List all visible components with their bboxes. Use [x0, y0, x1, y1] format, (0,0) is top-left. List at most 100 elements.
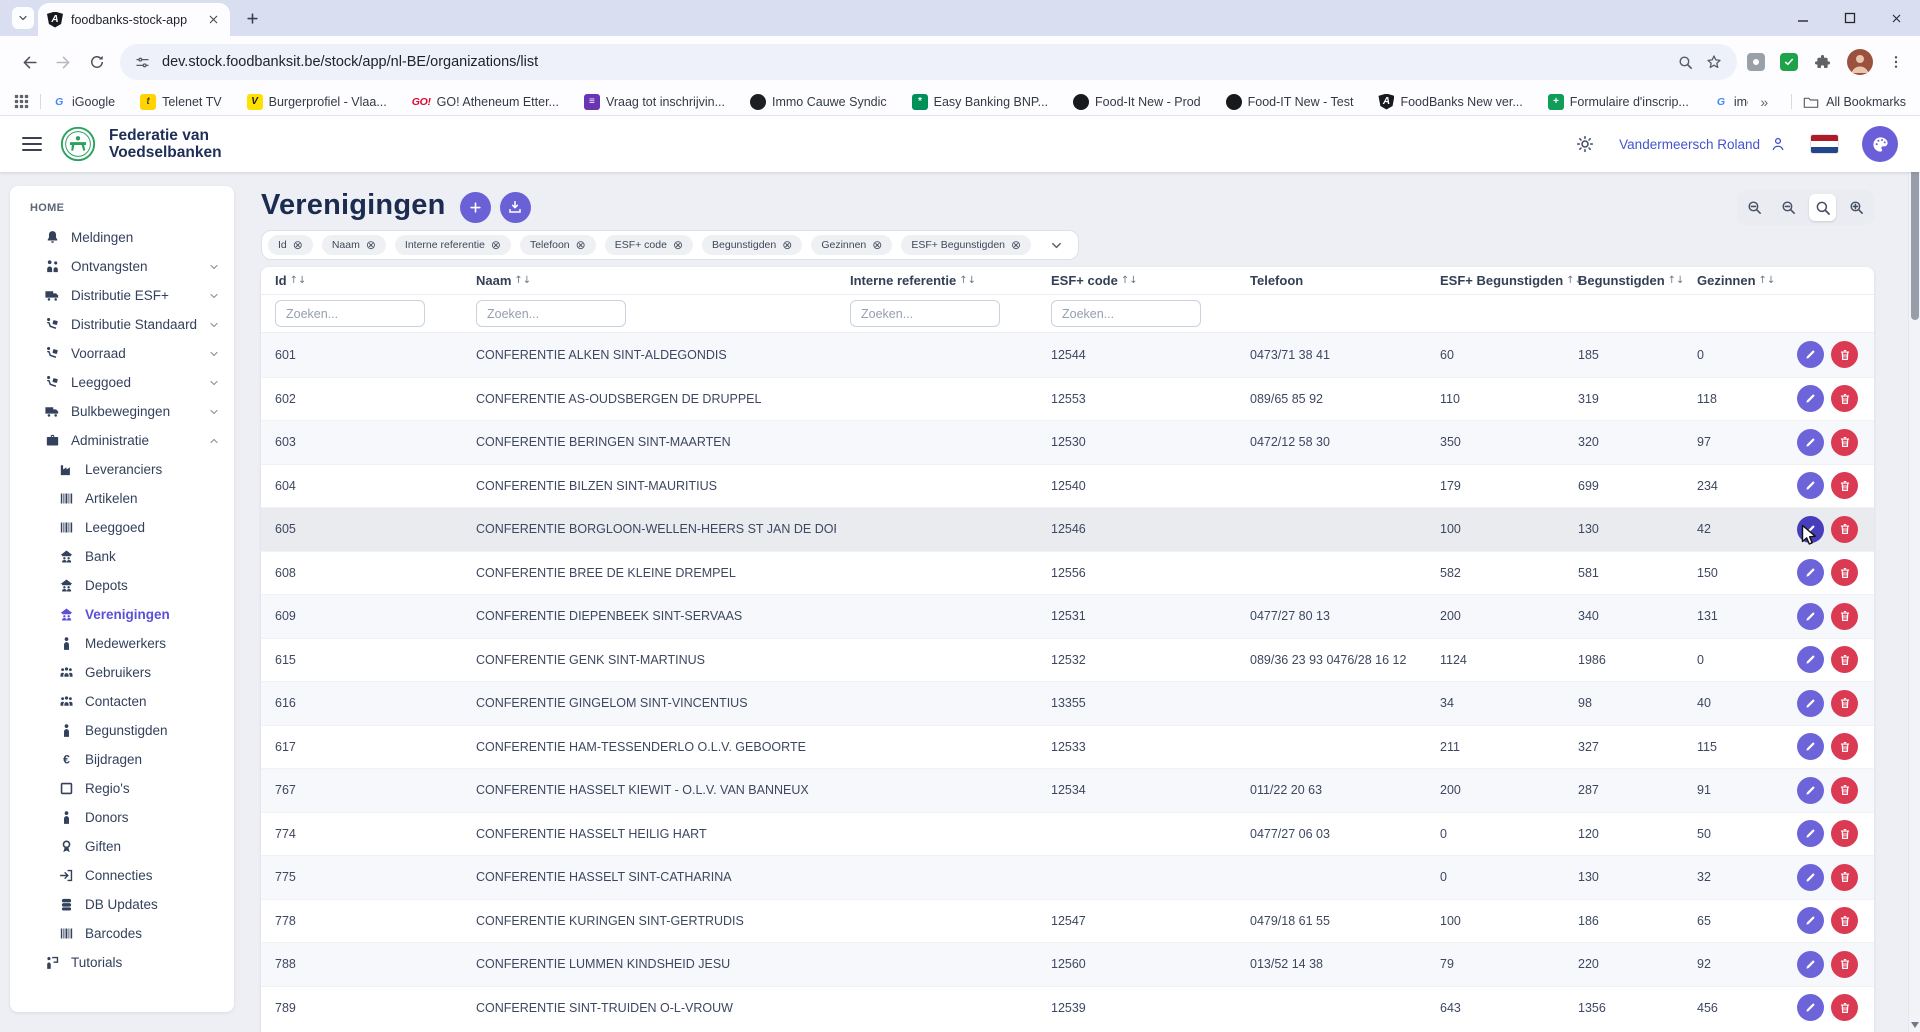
table-row[interactable]: 789 CONFERENTIE SINT-TRUIDEN O-L-VROUW 1…: [261, 986, 1874, 1030]
filter-chip[interactable]: Interne referentie ⊗: [395, 235, 511, 255]
remove-filter-icon[interactable]: ⊗: [491, 239, 501, 251]
bookmark-item[interactable]: A FoodBanks New ver...: [1378, 94, 1522, 110]
edit-button[interactable]: [1797, 777, 1824, 804]
sidebar-item[interactable]: DB Updates: [10, 890, 234, 919]
column-header[interactable]: Gezinnen ↑↓: [1683, 267, 1776, 294]
sidebar-item[interactable]: Gebruikers: [10, 658, 234, 687]
browser-tab[interactable]: A foodbanks-stock-app: [38, 3, 230, 36]
edit-button[interactable]: [1797, 733, 1824, 760]
bookmark-item[interactable]: Immo Cauwe Syndic: [750, 94, 887, 110]
delete-button[interactable]: [1831, 690, 1858, 717]
all-bookmarks-button[interactable]: All Bookmarks: [1803, 95, 1906, 109]
column-header[interactable]: Interne referentie ↑↓: [836, 267, 1037, 294]
zoom-out-button[interactable]: [1741, 194, 1768, 221]
menu-toggle-icon[interactable]: [22, 136, 42, 152]
delete-button[interactable]: [1831, 820, 1858, 847]
delete-button[interactable]: [1831, 907, 1858, 934]
theme-toggle-icon[interactable]: [1575, 134, 1595, 154]
sidebar-item[interactable]: Medewerkers: [10, 629, 234, 658]
apps-grid-icon[interactable]: [14, 94, 29, 109]
bookmark-item[interactable]: V Burgerprofiel - Vlaa...: [247, 94, 387, 110]
sidebar-item[interactable]: Leeggoed: [10, 368, 234, 397]
delete-button[interactable]: [1831, 341, 1858, 368]
sidebar-item[interactable]: Bank: [10, 542, 234, 571]
sidebar-item[interactable]: Tutorials: [10, 948, 234, 977]
filter-chip[interactable]: Telefoon ⊗: [520, 235, 596, 255]
remove-filter-icon[interactable]: ⊗: [782, 239, 792, 251]
table-row[interactable]: 601 CONFERENTIE ALKEN SINT-ALDEGONDIS 12…: [261, 333, 1874, 377]
bookmark-item[interactable]: G imc2000 - Google S...: [1714, 94, 1748, 110]
bookmarks-overflow-icon[interactable]: »: [1760, 94, 1768, 110]
filter-chip[interactable]: Begunstigden ⊗: [702, 235, 802, 255]
sidebar-item[interactable]: Artikelen: [10, 484, 234, 513]
sidebar-item[interactable]: Ontvangsten: [10, 252, 234, 281]
sidebar-item[interactable]: Bulkbewegingen: [10, 397, 234, 426]
bookmark-item[interactable]: Food-It New - Prod: [1073, 94, 1201, 110]
bookmark-star-icon[interactable]: [1705, 53, 1723, 71]
user-menu[interactable]: Vandermeersch Roland: [1619, 135, 1787, 153]
table-row[interactable]: 615 CONFERENTIE GENK SINT-MARTINUS 12532…: [261, 638, 1874, 682]
search-input-naam[interactable]: [476, 300, 626, 327]
table-row[interactable]: 778 CONFERENTIE KURINGEN SINT-GERTRUDIS …: [261, 899, 1874, 943]
zoom-in-button[interactable]: [1843, 194, 1870, 221]
sidebar-item[interactable]: Leveranciers: [10, 455, 234, 484]
sidebar-item[interactable]: Connecties: [10, 861, 234, 890]
browser-menu-icon[interactable]: [1888, 54, 1904, 70]
sidebar-item[interactable]: Regio's: [10, 774, 234, 803]
remove-filter-icon[interactable]: ⊗: [366, 239, 376, 251]
sidebar-item[interactable]: Barcodes: [10, 919, 234, 948]
column-header[interactable]: Telefoon ↑↓: [1236, 267, 1426, 294]
edit-button[interactable]: [1797, 646, 1824, 673]
zoom-out-button-2[interactable]: [1775, 194, 1802, 221]
sort-icon[interactable]: ↑↓: [514, 275, 531, 286]
extension-check-icon[interactable]: [1780, 53, 1798, 71]
delete-button[interactable]: [1831, 994, 1858, 1021]
profile-avatar[interactable]: [1847, 49, 1873, 75]
extensions-puzzle-icon[interactable]: [1813, 53, 1832, 72]
delete-button[interactable]: [1831, 516, 1858, 543]
search-lens-icon[interactable]: [1677, 54, 1694, 71]
remove-filter-icon[interactable]: ⊗: [872, 239, 882, 251]
export-button[interactable]: [500, 192, 531, 223]
remove-filter-icon[interactable]: ⊗: [1011, 239, 1021, 251]
sidebar-item[interactable]: Contacten: [10, 687, 234, 716]
search-input-esf-code[interactable]: [1051, 300, 1201, 327]
delete-button[interactable]: [1831, 777, 1858, 804]
sidebar-item[interactable]: Giften: [10, 832, 234, 861]
edit-button[interactable]: [1797, 472, 1824, 499]
language-flag-nl[interactable]: [1811, 135, 1838, 153]
sidebar-item[interactable]: Distributie Standaard: [10, 310, 234, 339]
theme-palette-button[interactable]: [1862, 126, 1898, 162]
new-tab-button[interactable]: [239, 5, 265, 31]
column-header[interactable]: ESF+ code ↑↓: [1037, 267, 1236, 294]
table-row[interactable]: 788 CONFERENTIE LUMMEN KINDSHEID JESU 12…: [261, 942, 1874, 986]
table-row[interactable]: 609 CONFERENTIE DIEPENBEEK SINT-SERVAAS …: [261, 594, 1874, 638]
sidebar-item[interactable]: Bijdragen: [10, 745, 234, 774]
sidebar-item[interactable]: Donors: [10, 803, 234, 832]
delete-button[interactable]: [1831, 864, 1858, 891]
delete-button[interactable]: [1831, 603, 1858, 630]
table-row[interactable]: 617 CONFERENTIE HAM-TESSENDERLO O.L.V. G…: [261, 725, 1874, 769]
extension-icon[interactable]: [1747, 53, 1765, 71]
delete-button[interactable]: [1831, 559, 1858, 586]
filter-chip[interactable]: Gezinnen ⊗: [811, 235, 892, 255]
remove-filter-icon[interactable]: ⊗: [576, 239, 586, 251]
scrollbar[interactable]: [1908, 116, 1920, 1032]
table-row[interactable]: 775 CONFERENTIE HASSELT SINT-CATHARINA 0…: [261, 855, 1874, 899]
edit-button[interactable]: [1797, 516, 1824, 543]
column-header[interactable]: Id ↑↓: [261, 267, 462, 294]
filter-chip[interactable]: Id ⊗: [268, 235, 313, 255]
back-button[interactable]: [12, 45, 46, 79]
bookmark-item[interactable]: Food-IT New - Test: [1226, 94, 1354, 110]
edit-button[interactable]: [1797, 385, 1824, 412]
minimize-button[interactable]: [1779, 0, 1826, 36]
table-row[interactable]: 602 CONFERENTIE AS-OUDSBERGEN DE DRUPPEL…: [261, 377, 1874, 421]
tab-close-icon[interactable]: [205, 12, 221, 28]
delete-button[interactable]: [1831, 951, 1858, 978]
scroll-down-arrow[interactable]: [1909, 1018, 1920, 1032]
edit-button[interactable]: [1797, 341, 1824, 368]
bookmark-item[interactable]: G iGoogle: [52, 94, 115, 110]
edit-button[interactable]: [1797, 994, 1824, 1021]
sort-icon[interactable]: ↑↓: [1759, 275, 1776, 286]
delete-button[interactable]: [1831, 429, 1858, 456]
